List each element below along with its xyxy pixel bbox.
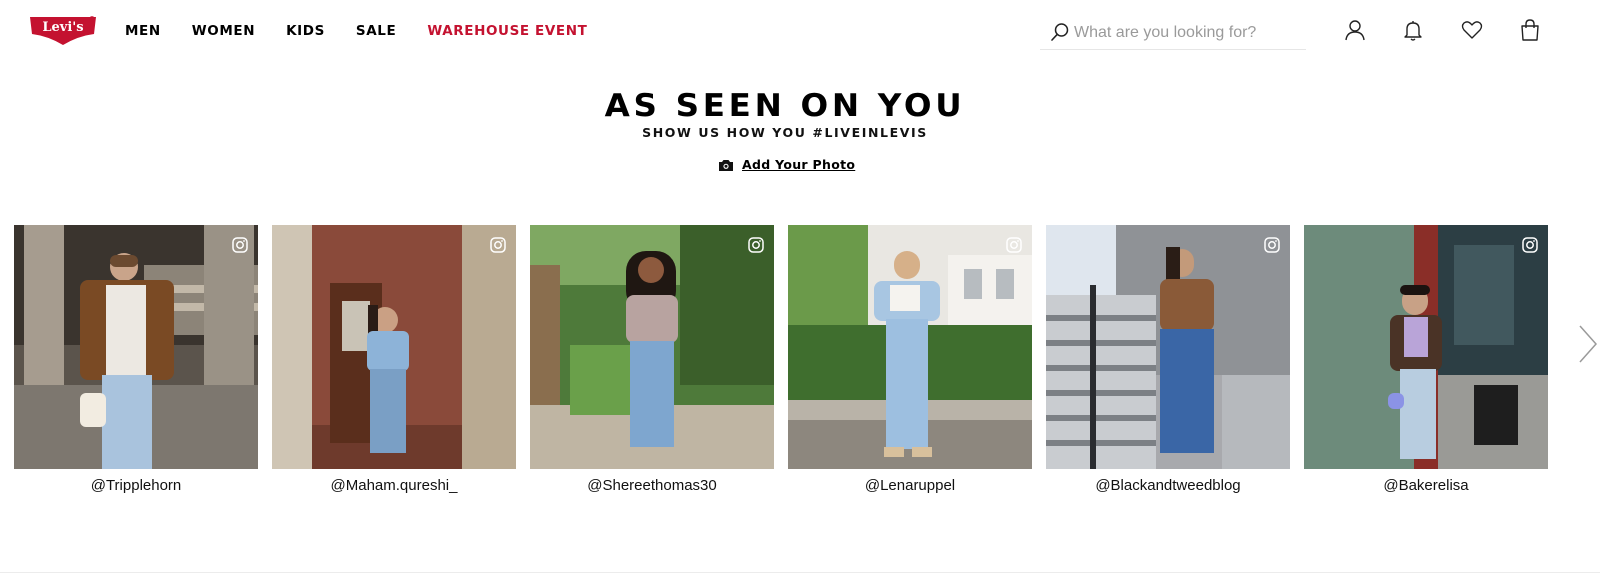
main-nav: MEN WOMEN KIDS SALE WAREHOUSE EVENT: [125, 22, 618, 40]
gallery-handle[interactable]: @Bakerelisa: [1304, 477, 1548, 495]
add-photo-button[interactable]: Add Your Photo: [718, 157, 855, 172]
nav-item-women[interactable]: WOMEN: [192, 22, 255, 40]
gallery-handle[interactable]: @Blackandtweedblog: [1046, 477, 1290, 495]
site-header: Levi's MEN WOMEN KIDS SALE WAREHOUSE EVE…: [0, 0, 1600, 62]
gallery-handle[interactable]: @Tripplehorn: [14, 477, 258, 495]
bell-icon[interactable]: [1401, 18, 1425, 42]
levis-logo[interactable]: Levi's: [28, 14, 98, 46]
photo-image: [1046, 225, 1290, 469]
section-divider: [0, 572, 1600, 573]
heart-icon[interactable]: [1460, 18, 1484, 42]
chevron-right-icon[interactable]: [1576, 322, 1600, 366]
search-icon[interactable]: [1050, 22, 1070, 42]
photo-image: [530, 225, 774, 469]
instagram-icon: [490, 237, 506, 253]
search-input[interactable]: [1074, 22, 1300, 44]
photo-image: [14, 225, 258, 469]
gallery-card[interactable]: @Tripplehorn: [14, 225, 258, 494]
photo-image: [1304, 225, 1548, 469]
gallery-card[interactable]: @Lenaruppel: [788, 225, 1032, 494]
nav-item-warehouse-event[interactable]: WAREHOUSE EVENT: [427, 22, 587, 40]
gallery-photo[interactable]: [530, 225, 774, 469]
instagram-icon: [232, 237, 248, 253]
photo-image: [788, 225, 1032, 469]
instagram-icon: [1522, 237, 1538, 253]
camera-icon: [719, 159, 733, 171]
nav-item-kids[interactable]: KIDS: [286, 22, 325, 40]
gallery-photo[interactable]: [1046, 225, 1290, 469]
account-icon[interactable]: [1343, 18, 1367, 42]
add-photo-label: Add Your Photo: [742, 157, 856, 172]
gallery-photo[interactable]: [1304, 225, 1548, 469]
gallery-card[interactable]: @Bakerelisa: [1304, 225, 1548, 494]
gallery-handle[interactable]: @Maham.qureshi_: [272, 477, 516, 495]
svg-text:Levi's: Levi's: [42, 20, 83, 35]
instagram-icon: [1264, 237, 1280, 253]
nav-item-sale[interactable]: SALE: [356, 22, 396, 40]
section-subtitle: SHOW US HOW YOU #LIVEINLEVIS: [642, 125, 928, 140]
section-title: AS SEEN ON YOU: [604, 88, 966, 124]
gallery-photo[interactable]: [14, 225, 258, 469]
search-bar: [1040, 16, 1306, 50]
gallery-card[interactable]: @Shereethomas30: [530, 225, 774, 494]
nav-item-men[interactable]: MEN: [125, 22, 161, 40]
photo-image: [272, 225, 516, 469]
gallery-photo[interactable]: [788, 225, 1032, 469]
gallery-handle[interactable]: @Lenaruppel: [788, 477, 1032, 495]
gallery-card[interactable]: @Blackandtweedblog: [1046, 225, 1290, 494]
gallery-handle[interactable]: @Shereethomas30: [530, 477, 774, 495]
bag-icon[interactable]: [1518, 18, 1542, 42]
instagram-icon: [1006, 237, 1022, 253]
gallery-card[interactable]: @Maham.qureshi_: [272, 225, 516, 494]
instagram-icon: [748, 237, 764, 253]
gallery-photo[interactable]: [272, 225, 516, 469]
